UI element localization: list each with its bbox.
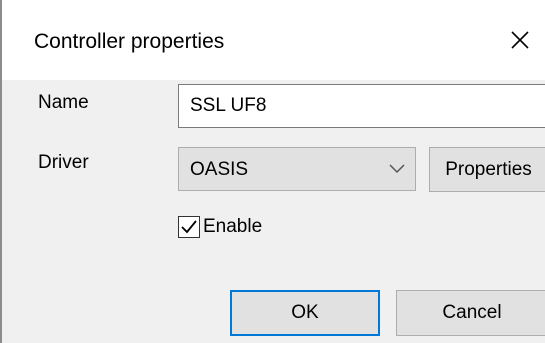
enable-label: Enable bbox=[203, 216, 263, 237]
ok-button[interactable]: OK bbox=[230, 290, 380, 336]
close-icon bbox=[510, 31, 529, 49]
checkmark-icon bbox=[181, 220, 197, 234]
name-label: Name bbox=[38, 92, 89, 113]
checkbox-box[interactable] bbox=[178, 216, 200, 238]
chevron-down-icon bbox=[389, 164, 405, 174]
driver-selected-value: OASIS bbox=[190, 159, 249, 180]
name-input[interactable] bbox=[178, 84, 545, 128]
enable-checkbox[interactable]: Enable bbox=[178, 215, 262, 239]
dialog-title: Controller properties bbox=[34, 30, 225, 53]
driver-label: Driver bbox=[38, 152, 89, 173]
driver-select[interactable]: OASIS bbox=[178, 147, 416, 191]
controller-properties-dialog: Controller properties Name Driver OASIS … bbox=[0, 0, 545, 343]
close-button[interactable] bbox=[492, 0, 545, 80]
driver-properties-button[interactable]: Properties bbox=[429, 147, 545, 192]
cancel-button[interactable]: Cancel bbox=[396, 290, 545, 336]
title-bar: Controller properties bbox=[2, 0, 545, 80]
